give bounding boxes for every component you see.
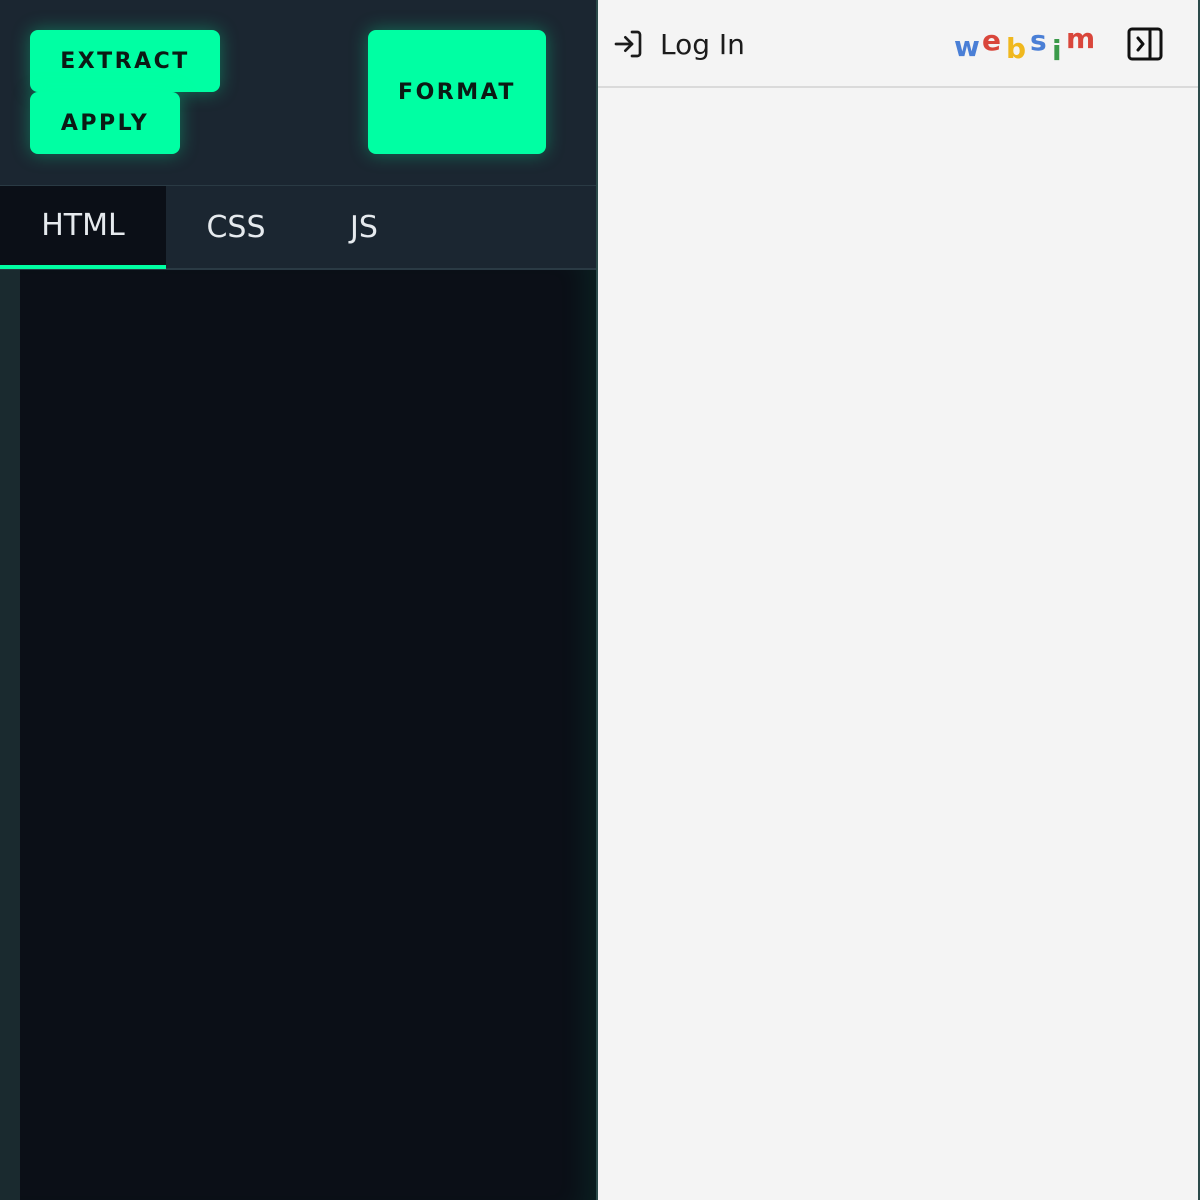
extract-button[interactable]: EXTRACT	[30, 30, 220, 92]
preview-panel: Log In w e b s i m	[598, 0, 1200, 1200]
login-link[interactable]: Log In	[612, 24, 745, 64]
logo-letter: b	[1006, 32, 1027, 65]
editor-toolbar: EXTRACT APPLY FORMAT	[0, 0, 596, 186]
editor-panel: EXTRACT APPLY FORMAT HTML CSS JS	[0, 0, 598, 1200]
tab-css[interactable]: CSS	[166, 186, 306, 269]
apply-button[interactable]: APPLY	[30, 92, 180, 154]
websim-logo[interactable]: w e b s i m	[954, 22, 1099, 68]
editor-tabs: HTML CSS JS	[0, 185, 596, 270]
sidebar-toggle-button[interactable]	[1126, 26, 1164, 62]
login-label: Log In	[660, 27, 745, 61]
logo-letter: i	[1052, 34, 1062, 67]
logo-letter: m	[1066, 22, 1096, 55]
tab-html[interactable]: HTML	[0, 186, 166, 269]
preview-header: Log In w e b s i m	[598, 0, 1198, 88]
sidebar-toggle-icon	[1127, 27, 1163, 61]
logo-letter: e	[982, 24, 1001, 57]
logo-letter: w	[954, 30, 980, 63]
tab-js[interactable]: JS	[306, 186, 422, 269]
editor-gutter	[0, 270, 20, 1200]
logo-letter: s	[1030, 24, 1047, 57]
log-in-icon	[614, 30, 642, 58]
format-button[interactable]: FORMAT	[368, 30, 546, 154]
code-editor[interactable]	[20, 270, 596, 1200]
